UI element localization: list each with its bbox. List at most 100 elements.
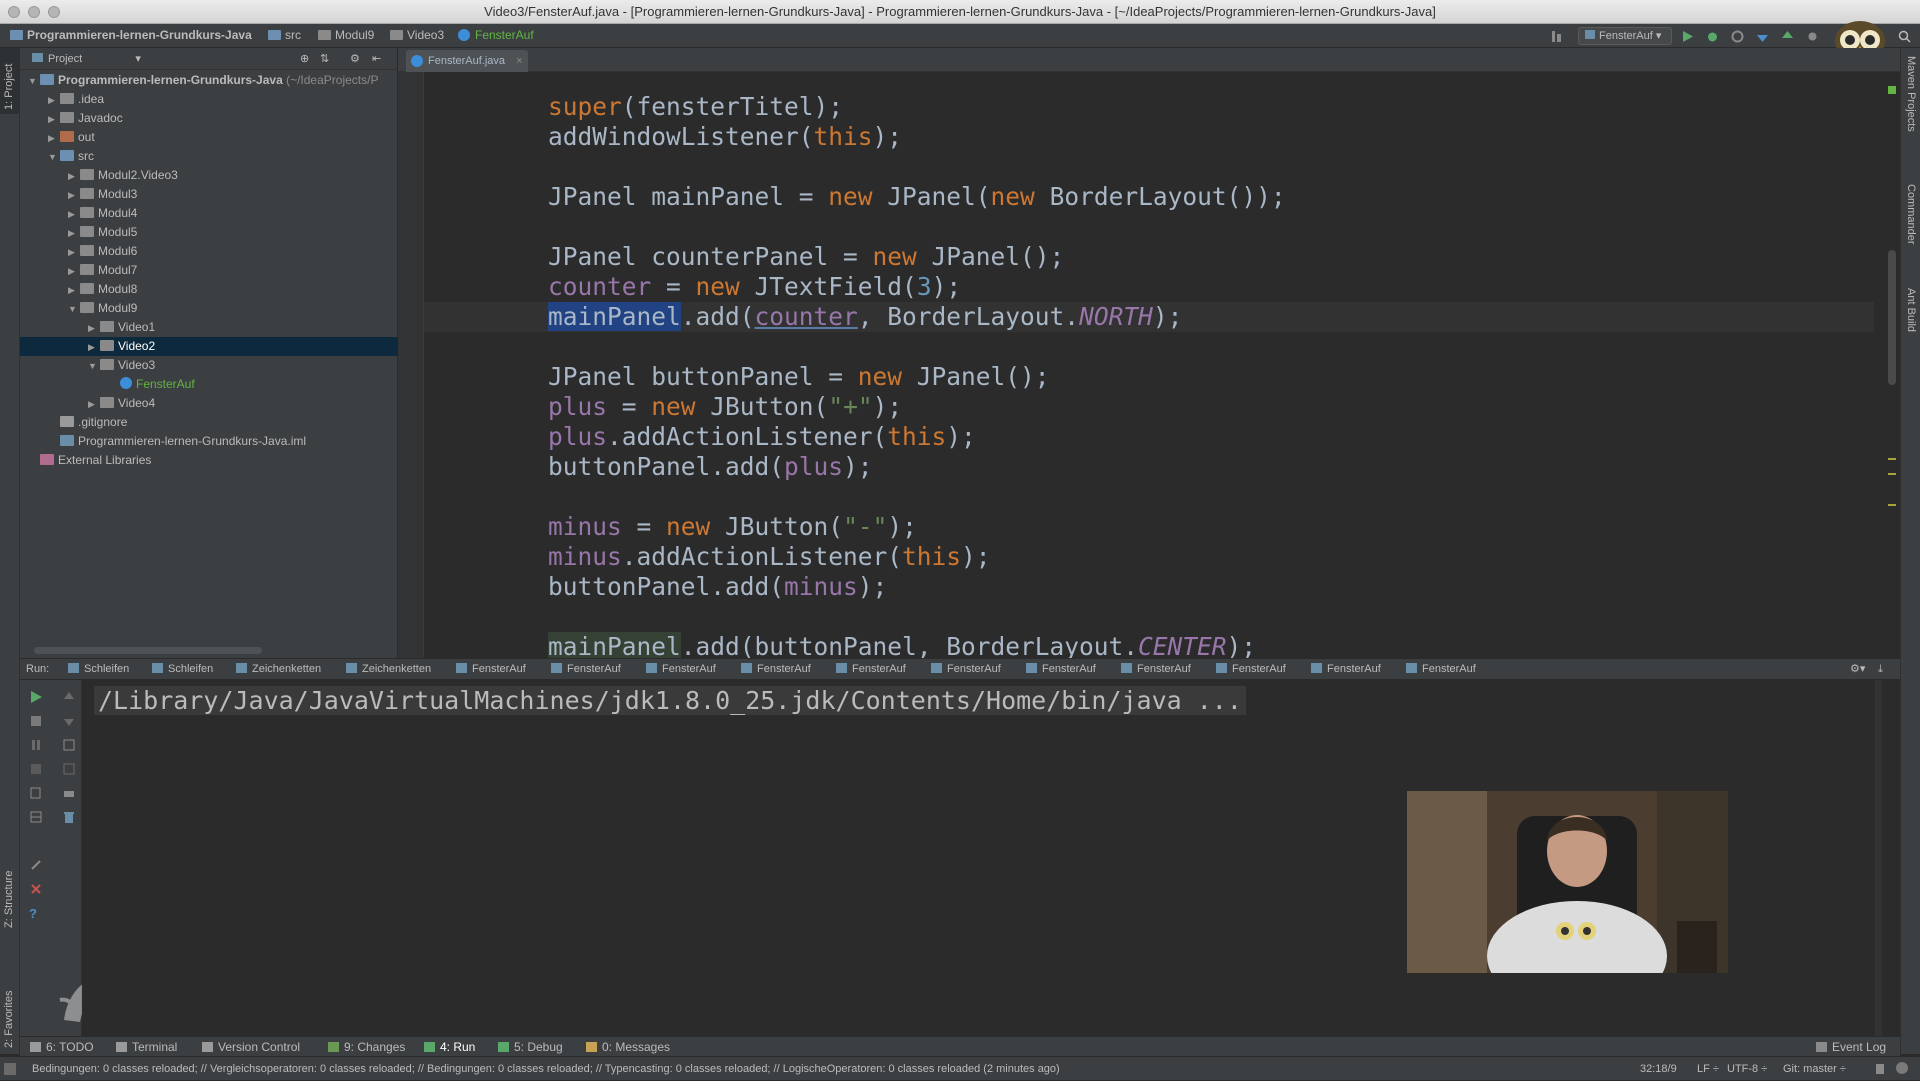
close-window-button[interactable] bbox=[8, 6, 20, 18]
structure-tool-tab[interactable]: Z: Structure bbox=[3, 871, 15, 928]
help-icon[interactable]: ? bbox=[29, 906, 43, 921]
editor-tab-fensterauf[interactable]: FensterAuf.java × bbox=[406, 50, 528, 72]
expanded-arrow-icon[interactable]: ▼ bbox=[28, 72, 40, 91]
run-tab[interactable]: FensterAuf bbox=[1406, 659, 1476, 679]
collapsed-arrow-icon[interactable]: ▶ bbox=[48, 129, 60, 148]
run-tab[interactable]: Zeichenketten bbox=[346, 659, 431, 679]
project-view-select[interactable]: Project bbox=[48, 53, 82, 65]
tree-item[interactable]: ▼ Programmieren-lernen-Grundkurs-Java (~/… bbox=[20, 71, 398, 90]
favorites-tool-tab[interactable]: 2: Favorites bbox=[3, 991, 15, 1048]
bottom-tab[interactable]: 0: Messages bbox=[586, 1037, 670, 1057]
run-tab[interactable]: FensterAuf bbox=[646, 659, 716, 679]
inspector-icon[interactable] bbox=[1896, 1062, 1908, 1074]
run-tab[interactable]: FensterAuf bbox=[456, 659, 526, 679]
code-line[interactable]: plus.addActionListener(this); bbox=[548, 422, 976, 452]
tree-item[interactable]: ▶ .idea bbox=[20, 90, 398, 109]
run-tab[interactable]: FensterAuf bbox=[836, 659, 906, 679]
code-line[interactable]: JPanel counterPanel = new JPanel(); bbox=[548, 242, 1064, 272]
code-line[interactable]: mainPanel.add(counter, BorderLayout.NORT… bbox=[548, 302, 1182, 332]
bottom-tab[interactable]: Version Control bbox=[202, 1037, 300, 1057]
bottom-tab[interactable]: 9: Changes bbox=[328, 1037, 405, 1057]
collapsed-arrow-icon[interactable]: ▶ bbox=[68, 205, 80, 224]
tree-item[interactable]: ▼ src bbox=[20, 147, 398, 166]
collapsed-arrow-icon[interactable]: ▶ bbox=[88, 319, 100, 338]
exit-icon[interactable] bbox=[29, 786, 43, 800]
vcs-update-icon[interactable] bbox=[1756, 30, 1769, 43]
collapsed-arrow-icon[interactable]: ▶ bbox=[68, 262, 80, 281]
run-configuration-select[interactable]: FensterAuf ▾ bbox=[1578, 27, 1672, 45]
tree-item[interactable]: ▶ Modul8 bbox=[20, 280, 398, 299]
run-tab[interactable]: FensterAuf bbox=[1026, 659, 1096, 679]
run-tab[interactable]: FensterAuf bbox=[551, 659, 621, 679]
settings-icon[interactable] bbox=[1806, 30, 1819, 43]
expanded-arrow-icon[interactable]: ▼ bbox=[88, 357, 100, 376]
gear-icon[interactable]: ⚙▾ bbox=[1850, 659, 1865, 679]
hide-panel-icon[interactable]: ⤓ bbox=[1878, 659, 1883, 679]
breadcrumb-fensterauf[interactable]: FensterAuf bbox=[458, 28, 534, 42]
code-line[interactable]: minus.addActionListener(this); bbox=[548, 542, 991, 572]
bottom-tab[interactable]: Terminal bbox=[116, 1037, 177, 1057]
collapsed-arrow-icon[interactable]: ▶ bbox=[68, 281, 80, 300]
stop-icon[interactable] bbox=[29, 714, 43, 728]
warning-marker[interactable] bbox=[1888, 504, 1896, 506]
tree-item[interactable]: ▶ Modul4 bbox=[20, 204, 398, 223]
bottom-tab[interactable]: 5: Debug bbox=[498, 1037, 563, 1057]
print-icon[interactable] bbox=[62, 786, 76, 800]
arrow-down-icon[interactable] bbox=[62, 714, 76, 728]
zoom-window-button[interactable] bbox=[48, 6, 60, 18]
tree-item[interactable]: ▶ out bbox=[20, 128, 398, 147]
code-line[interactable]: JPanel mainPanel = new JPanel(new Border… bbox=[548, 182, 1286, 212]
pause-icon[interactable] bbox=[29, 738, 43, 752]
tree-item[interactable]: .gitignore bbox=[20, 413, 398, 432]
collapsed-arrow-icon[interactable]: ▶ bbox=[68, 186, 80, 205]
expanded-arrow-icon[interactable]: ▼ bbox=[48, 148, 60, 167]
collapsed-arrow-icon[interactable]: ▶ bbox=[68, 167, 80, 186]
code-line[interactable]: addWindowListener(this); bbox=[548, 122, 902, 152]
run-tab[interactable]: FensterAuf bbox=[1216, 659, 1286, 679]
close-icon[interactable] bbox=[29, 882, 43, 896]
line-separator[interactable]: LF ÷ bbox=[1697, 1057, 1719, 1081]
debug-icon[interactable] bbox=[1706, 30, 1719, 43]
collapsed-arrow-icon[interactable]: ▶ bbox=[48, 91, 60, 110]
soft-wrap-icon[interactable] bbox=[62, 738, 76, 752]
breadcrumb-project[interactable]: Programmieren-lernen-Grundkurs-Java bbox=[10, 28, 252, 42]
caret-position[interactable]: 32:18/9 bbox=[1640, 1057, 1677, 1081]
run-tab[interactable]: FensterAuf bbox=[741, 659, 811, 679]
tree-item[interactable]: Programmieren-lernen-Grundkurs-Java.iml bbox=[20, 432, 398, 451]
tree-item[interactable]: ▶ Video2 bbox=[20, 337, 398, 356]
event-log-tab[interactable]: Event Log bbox=[1816, 1037, 1886, 1057]
coverage-icon[interactable] bbox=[1731, 30, 1744, 43]
status-message[interactable]: Bedingungen: 0 classes reloaded; // Verg… bbox=[32, 1057, 1060, 1081]
project-hscrollbar[interactable] bbox=[34, 647, 262, 654]
layout-icon[interactable] bbox=[29, 810, 43, 824]
console-scrollbar[interactable] bbox=[1875, 680, 1882, 1036]
hide-panel-icon[interactable]: ⇤ bbox=[372, 48, 381, 70]
code-line[interactable]: JPanel buttonPanel = new JPanel(); bbox=[548, 362, 1050, 392]
rerun-icon[interactable] bbox=[29, 690, 43, 704]
run-tab[interactable]: FensterAuf bbox=[1311, 659, 1381, 679]
tree-item[interactable]: External Libraries bbox=[20, 451, 398, 470]
tree-item[interactable]: ▶ Modul7 bbox=[20, 261, 398, 280]
scroll-to-end-icon[interactable] bbox=[62, 762, 76, 776]
collapsed-arrow-icon[interactable]: ▶ bbox=[68, 243, 80, 262]
breadcrumb-src[interactable]: src bbox=[268, 28, 301, 42]
collapsed-arrow-icon[interactable]: ▶ bbox=[88, 395, 100, 414]
code-line[interactable]: minus = new JButton("-"); bbox=[548, 512, 917, 542]
expanded-arrow-icon[interactable]: ▼ bbox=[68, 300, 80, 319]
run-tab[interactable]: Schleifen bbox=[152, 659, 213, 679]
code-line[interactable]: counter = new JTextField(3); bbox=[548, 272, 961, 302]
pin-icon[interactable] bbox=[29, 858, 43, 872]
dump-threads-icon[interactable] bbox=[29, 762, 43, 776]
code-line[interactable]: buttonPanel.add(minus); bbox=[548, 572, 887, 602]
collapsed-arrow-icon[interactable]: ▶ bbox=[48, 110, 60, 129]
chevron-down-icon[interactable]: ▾ bbox=[135, 53, 141, 65]
breadcrumb-video3[interactable]: Video3 bbox=[390, 28, 444, 42]
tree-item[interactable]: ▼ Video3 bbox=[20, 356, 398, 375]
run-tab[interactable]: Zeichenketten bbox=[236, 659, 321, 679]
run-tab[interactable]: FensterAuf bbox=[931, 659, 1001, 679]
warning-marker[interactable] bbox=[1888, 458, 1896, 460]
run-icon[interactable] bbox=[1681, 30, 1694, 43]
tree-item[interactable]: ▶ Modul6 bbox=[20, 242, 398, 261]
project-tool-tab[interactable]: 1: Project bbox=[3, 64, 15, 110]
trash-icon[interactable] bbox=[62, 810, 76, 824]
